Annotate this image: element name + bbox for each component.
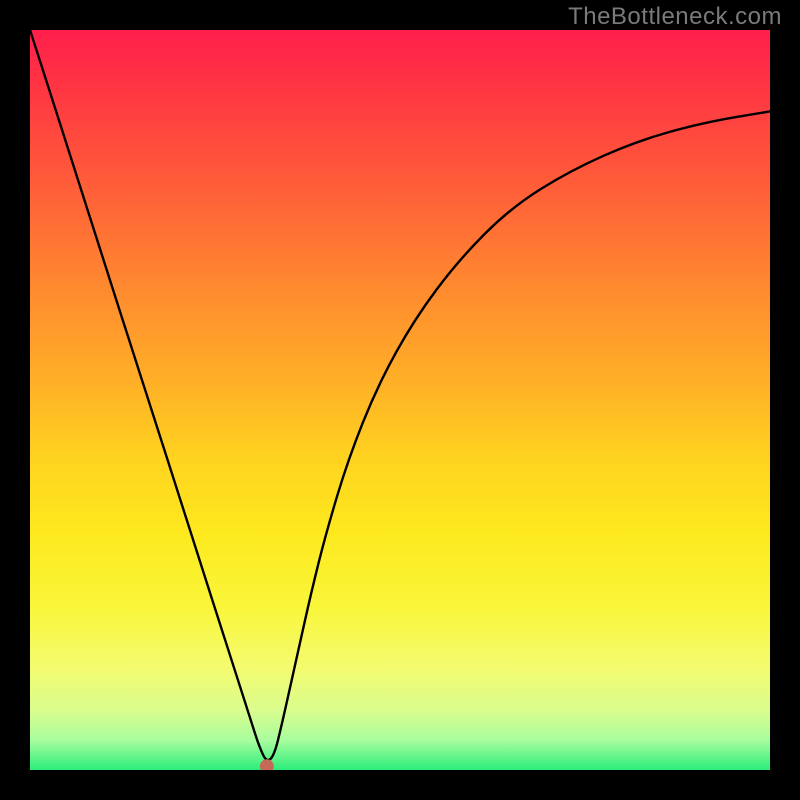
chart-frame: TheBottleneck.com	[0, 0, 800, 800]
curve-layer	[30, 30, 770, 770]
watermark-text: TheBottleneck.com	[568, 3, 782, 31]
plot-area	[30, 30, 770, 770]
optimal-point-marker	[260, 759, 274, 770]
bottleneck-curve	[30, 30, 770, 760]
